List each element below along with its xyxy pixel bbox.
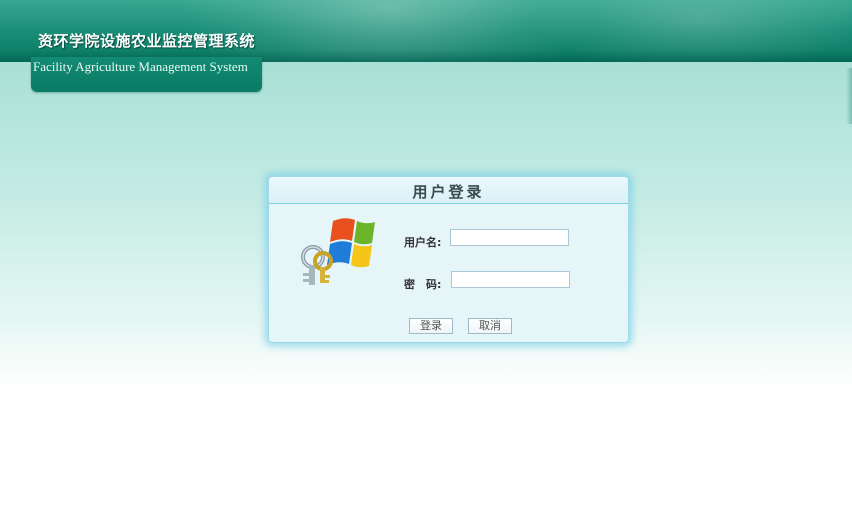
side-edge-decoration <box>846 68 852 124</box>
windows-keys-icon <box>301 218 375 285</box>
login-title-bar: 用户登录 <box>269 177 628 204</box>
login-panel: 用户登录 用户名: 密 码: 登录 取消 <box>268 176 629 343</box>
header-banner: 资环学院设施农业监控管理系统 <box>0 0 852 62</box>
system-subtitle: Facility Agriculture Management System <box>33 59 248 74</box>
login-button[interactable]: 登录 <box>409 318 453 334</box>
cancel-button[interactable]: 取消 <box>468 318 512 334</box>
subtitle-tab: Facility Agriculture Management System <box>31 57 262 92</box>
password-label: 密 码: <box>404 278 442 291</box>
username-input[interactable] <box>450 229 569 246</box>
system-title: 资环学院设施农业监控管理系统 <box>38 32 256 50</box>
username-label: 用户名: <box>404 236 442 249</box>
password-input[interactable] <box>451 271 570 288</box>
login-title: 用户登录 <box>412 183 485 201</box>
